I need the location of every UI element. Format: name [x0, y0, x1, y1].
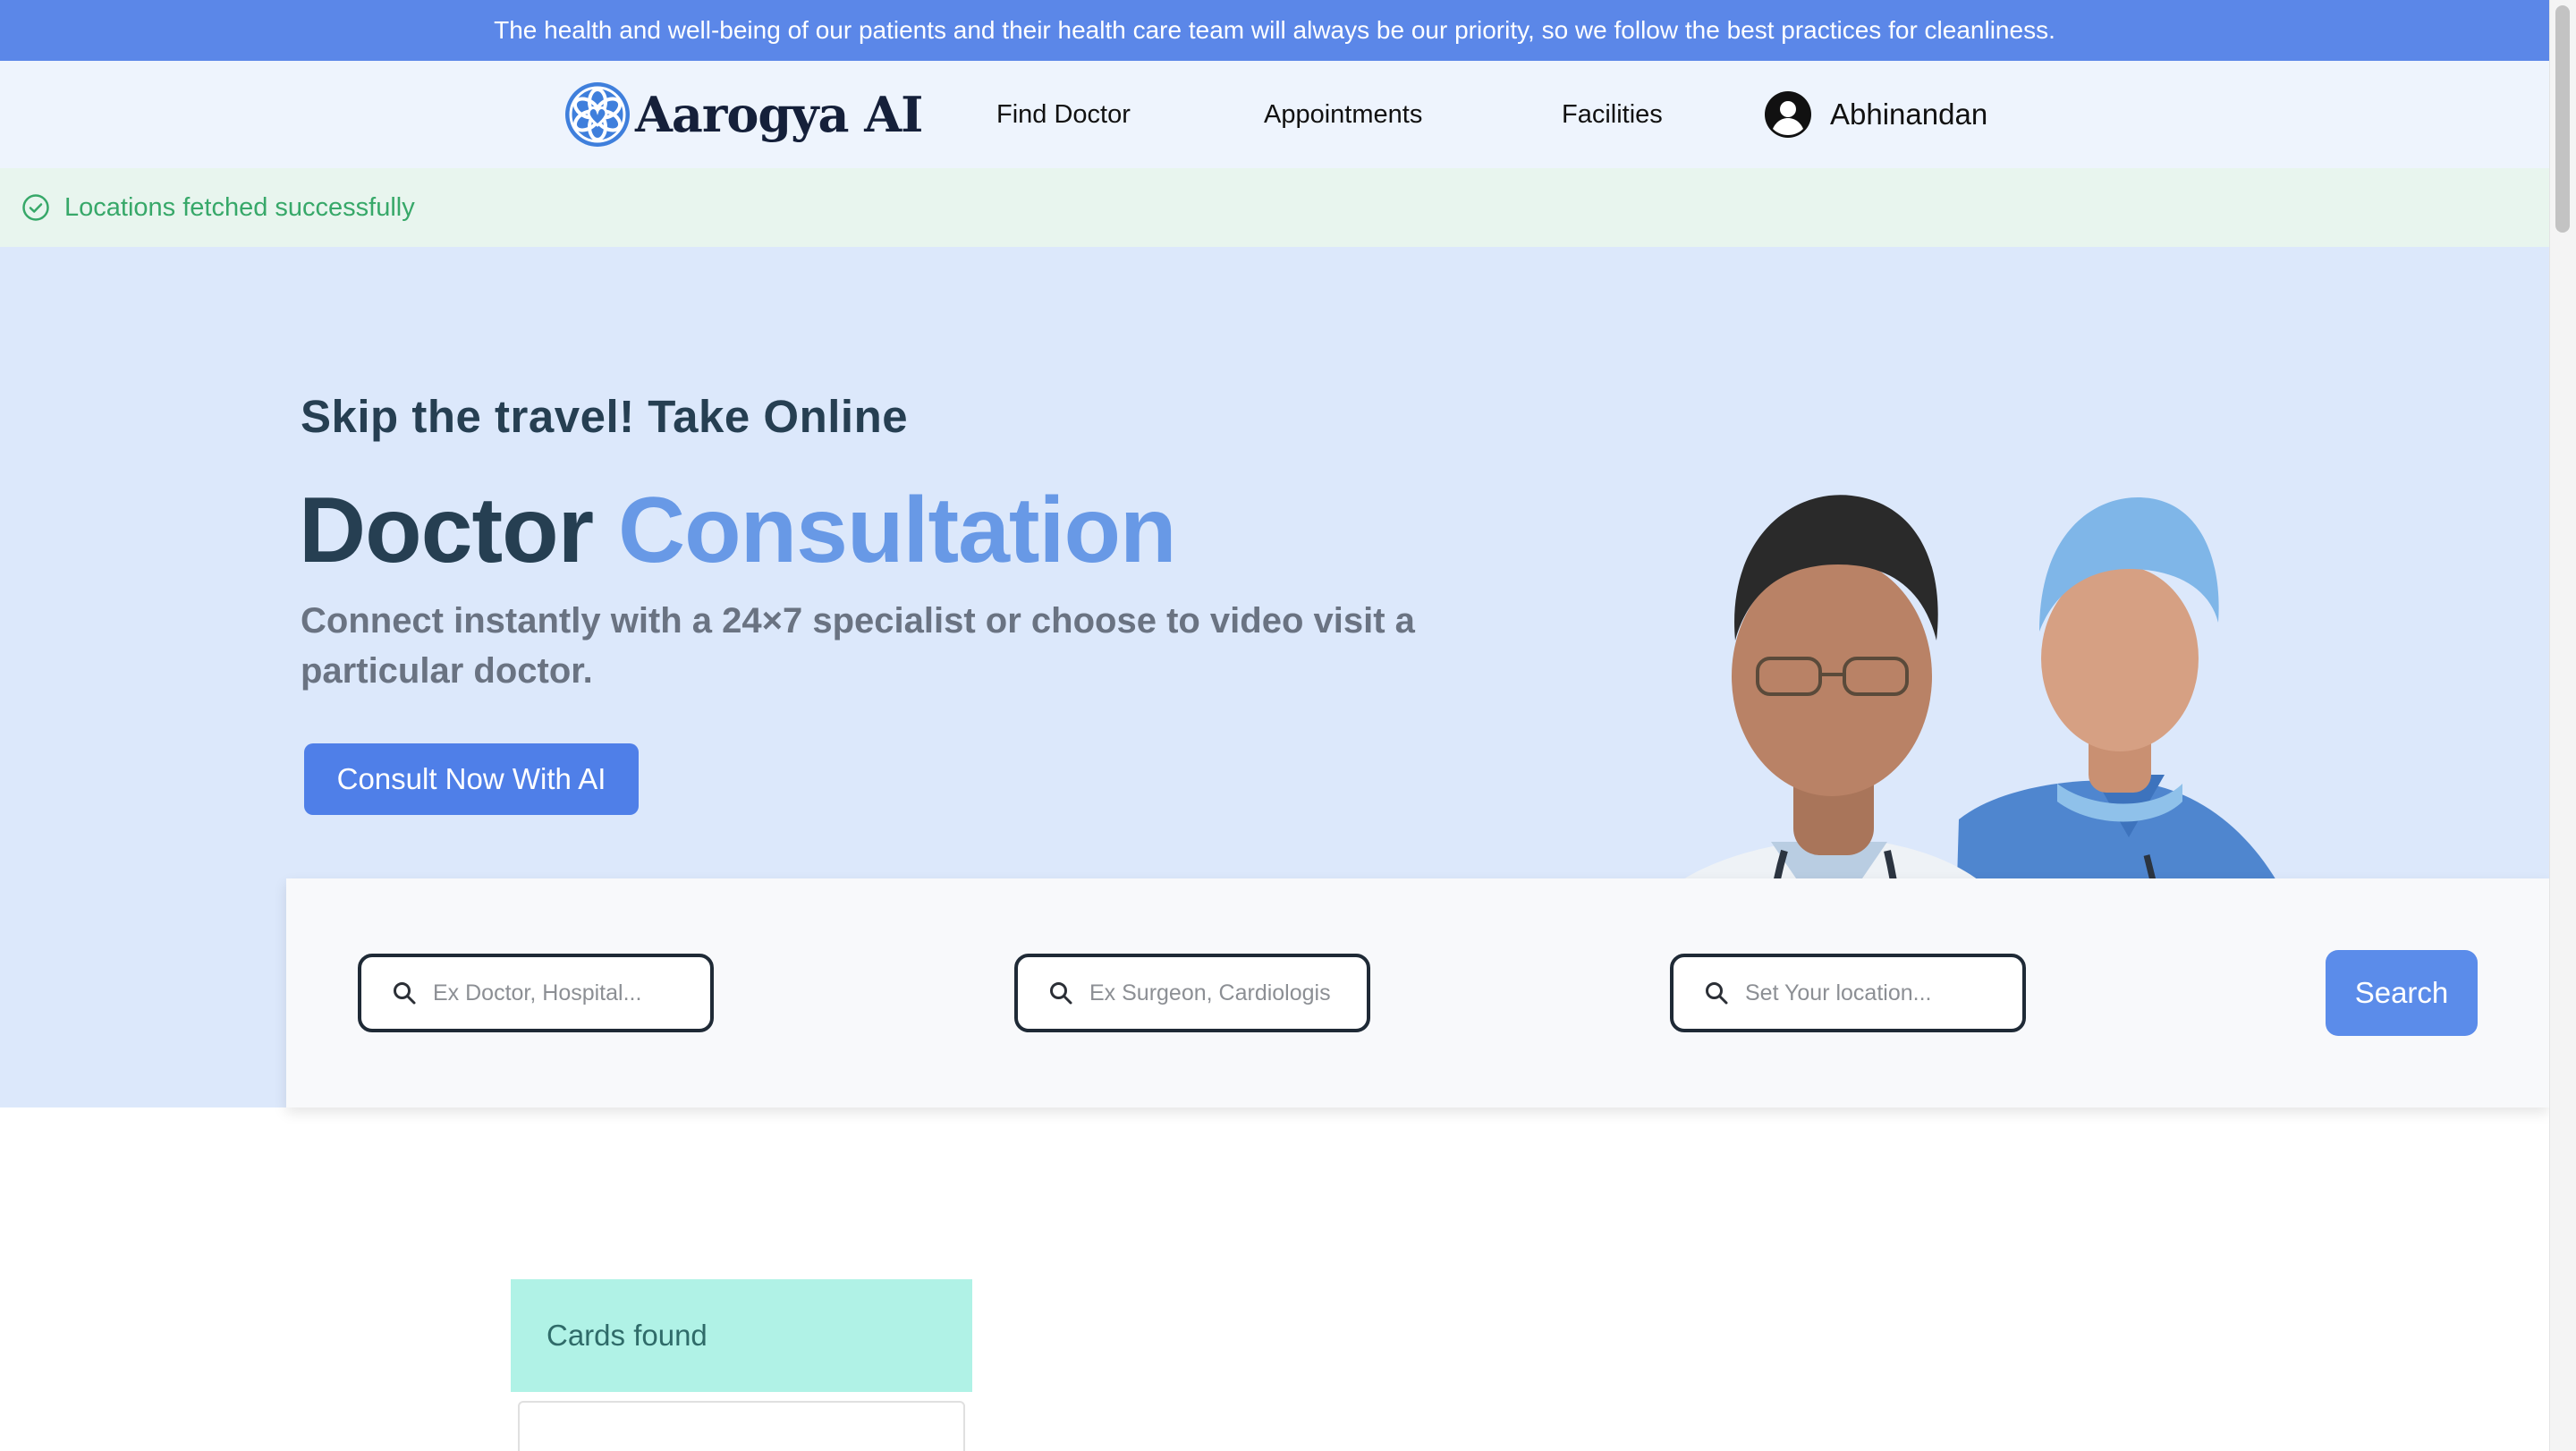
result-card[interactable] [518, 1401, 965, 1451]
nav-link-find-doctor[interactable]: Find Doctor [996, 61, 1131, 168]
page-scrollbar[interactable] [2549, 0, 2576, 1451]
search-panel: Search [286, 878, 2549, 1107]
location-search-field[interactable] [1670, 954, 2026, 1032]
brand-name: Aarogya AI [635, 86, 923, 143]
location-input[interactable] [1745, 980, 1996, 1006]
nav-link-facilities[interactable]: Facilities [1562, 61, 1663, 168]
user-menu[interactable]: Abhinandan [1764, 89, 1987, 140]
hero-description: Connect instantly with a 24×7 specialist… [301, 601, 1415, 691]
user-avatar-icon [1765, 91, 1811, 138]
hero-title-accent: Consultation [618, 479, 1176, 582]
hero-title-main: Doctor [299, 479, 594, 582]
search-icon [394, 982, 416, 1005]
doctor-hospital-input[interactable] [433, 980, 683, 1006]
consult-now-button[interactable]: Consult Now With AI [304, 743, 639, 815]
specialty-search-field[interactable] [1014, 954, 1370, 1032]
check-circle-icon [22, 194, 49, 221]
search-icon [1706, 982, 1728, 1005]
hero-title: Doctor Consultation [299, 478, 1177, 584]
toast-message: Locations fetched successfully [64, 192, 415, 222]
specialty-input[interactable] [1089, 980, 1340, 1006]
doctor-hospital-search-field[interactable] [358, 954, 714, 1032]
top-announcement-banner: The health and well-being of our patient… [0, 0, 2549, 61]
nav-link-appointments[interactable]: Appointments [1264, 61, 1422, 168]
hero-subtitle: Skip the travel! Take Online [301, 391, 909, 442]
navbar: Aarogya AI Find Doctor Appointments Faci… [0, 61, 2549, 168]
banner-text: The health and well-being of our patient… [494, 16, 2055, 44]
user-name: Abhinandan [1830, 98, 1988, 131]
brand[interactable]: Aarogya AI [564, 81, 923, 148]
brand-logo-icon [565, 82, 630, 147]
scrollbar-thumb[interactable] [2555, 5, 2570, 233]
cards-found-header: Cards found [511, 1279, 972, 1392]
success-toast: Locations fetched successfully [0, 168, 2549, 247]
search-button[interactable]: Search [2326, 950, 2478, 1036]
search-icon [1050, 982, 1072, 1005]
